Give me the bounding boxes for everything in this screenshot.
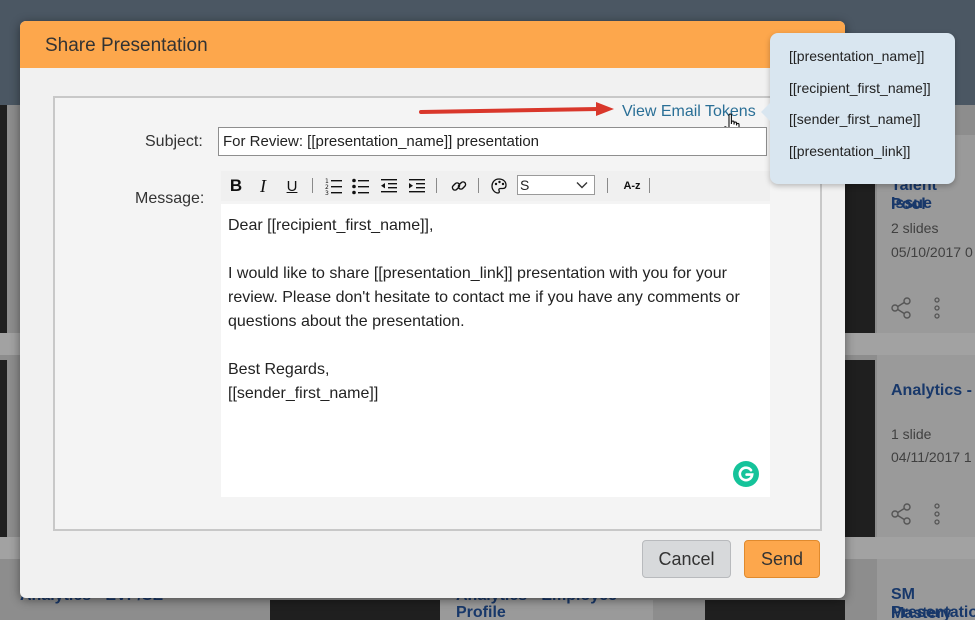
message-line: Dear [[recipient_first_name]], [228,217,434,234]
more-options-icon[interactable] [926,503,948,525]
bold-button[interactable]: B [227,175,245,197]
token-sender-first-name[interactable]: [[sender_first_name]] [789,111,921,127]
bullet-list-icon[interactable] [352,175,370,197]
subject-input[interactable] [218,127,767,156]
svg-text:3: 3 [325,190,329,197]
card-title[interactable]: Presentation [891,603,975,620]
email-tokens-popover: [[presentation_name]] [[recipient_first_… [761,33,955,184]
subject-label: Subject: [145,133,203,150]
card-title[interactable]: Issue [891,194,932,213]
card-date: 04/11/2017 1 [891,449,972,465]
card-date: 05/10/2017 0 [891,244,973,260]
card-thumbnail [0,360,7,540]
card-slide-count: 1 slide [891,426,932,442]
dialog-header: Share Presentation [20,21,845,68]
indent-icon[interactable] [408,175,426,197]
message-line: [[sender_first_name]] [228,385,379,402]
share-icon[interactable] [890,503,912,525]
token-recipient-first-name[interactable]: [[recipient_first_name]] [789,80,931,96]
link-icon[interactable] [450,175,468,197]
card-title[interactable]: Analytics - [891,381,972,400]
token-presentation-name[interactable]: [[presentation_name]] [789,48,924,64]
text-color-icon[interactable] [490,175,508,197]
toolbar-divider [478,178,479,193]
popover-pointer [761,103,770,121]
message-line: I would like to share [[presentation_lin… [228,265,740,330]
change-case-button[interactable]: A-z [621,175,643,197]
cancel-button[interactable]: Cancel [642,540,731,578]
token-presentation-link[interactable]: [[presentation_link]] [789,143,910,159]
outdent-icon[interactable] [380,175,398,197]
message-editor[interactable]: Dear [[recipient_first_name]], I would l… [221,204,770,497]
card-thumbnail [0,105,7,335]
underline-button[interactable]: U [283,175,301,197]
toolbar-divider [312,178,313,193]
card-thumbnail [270,600,440,620]
card-thumbnail [705,600,845,620]
send-button[interactable]: Send [744,540,820,578]
editor-toolbar: B I U 1 2 3 S A-z [221,171,770,201]
toolbar-divider [649,178,650,193]
italic-button[interactable]: I [254,175,272,197]
numbered-list-icon[interactable]: 1 2 3 [325,175,343,197]
card-title[interactable]: Profile [456,603,506,620]
card-thumbnail [845,360,875,540]
font-select-value: S [520,177,530,193]
dialog-title: Share Presentation [45,35,208,56]
message-line [228,238,763,262]
annotation-arrow [419,102,614,116]
share-icon[interactable] [890,297,912,319]
message-line: Best Regards, [228,361,330,378]
message-label: Message: [135,190,205,207]
font-family-select[interactable]: S [517,175,595,195]
toolbar-divider [607,178,608,193]
card-slide-count: 2 slides [891,220,939,236]
more-options-icon[interactable] [926,297,948,319]
message-line [228,334,763,358]
share-presentation-dialog: Share Presentation View Email Tokens Sub… [20,21,845,598]
chevron-down-icon [576,182,588,189]
grammarly-icon[interactable] [733,461,759,487]
toolbar-divider [436,178,437,193]
